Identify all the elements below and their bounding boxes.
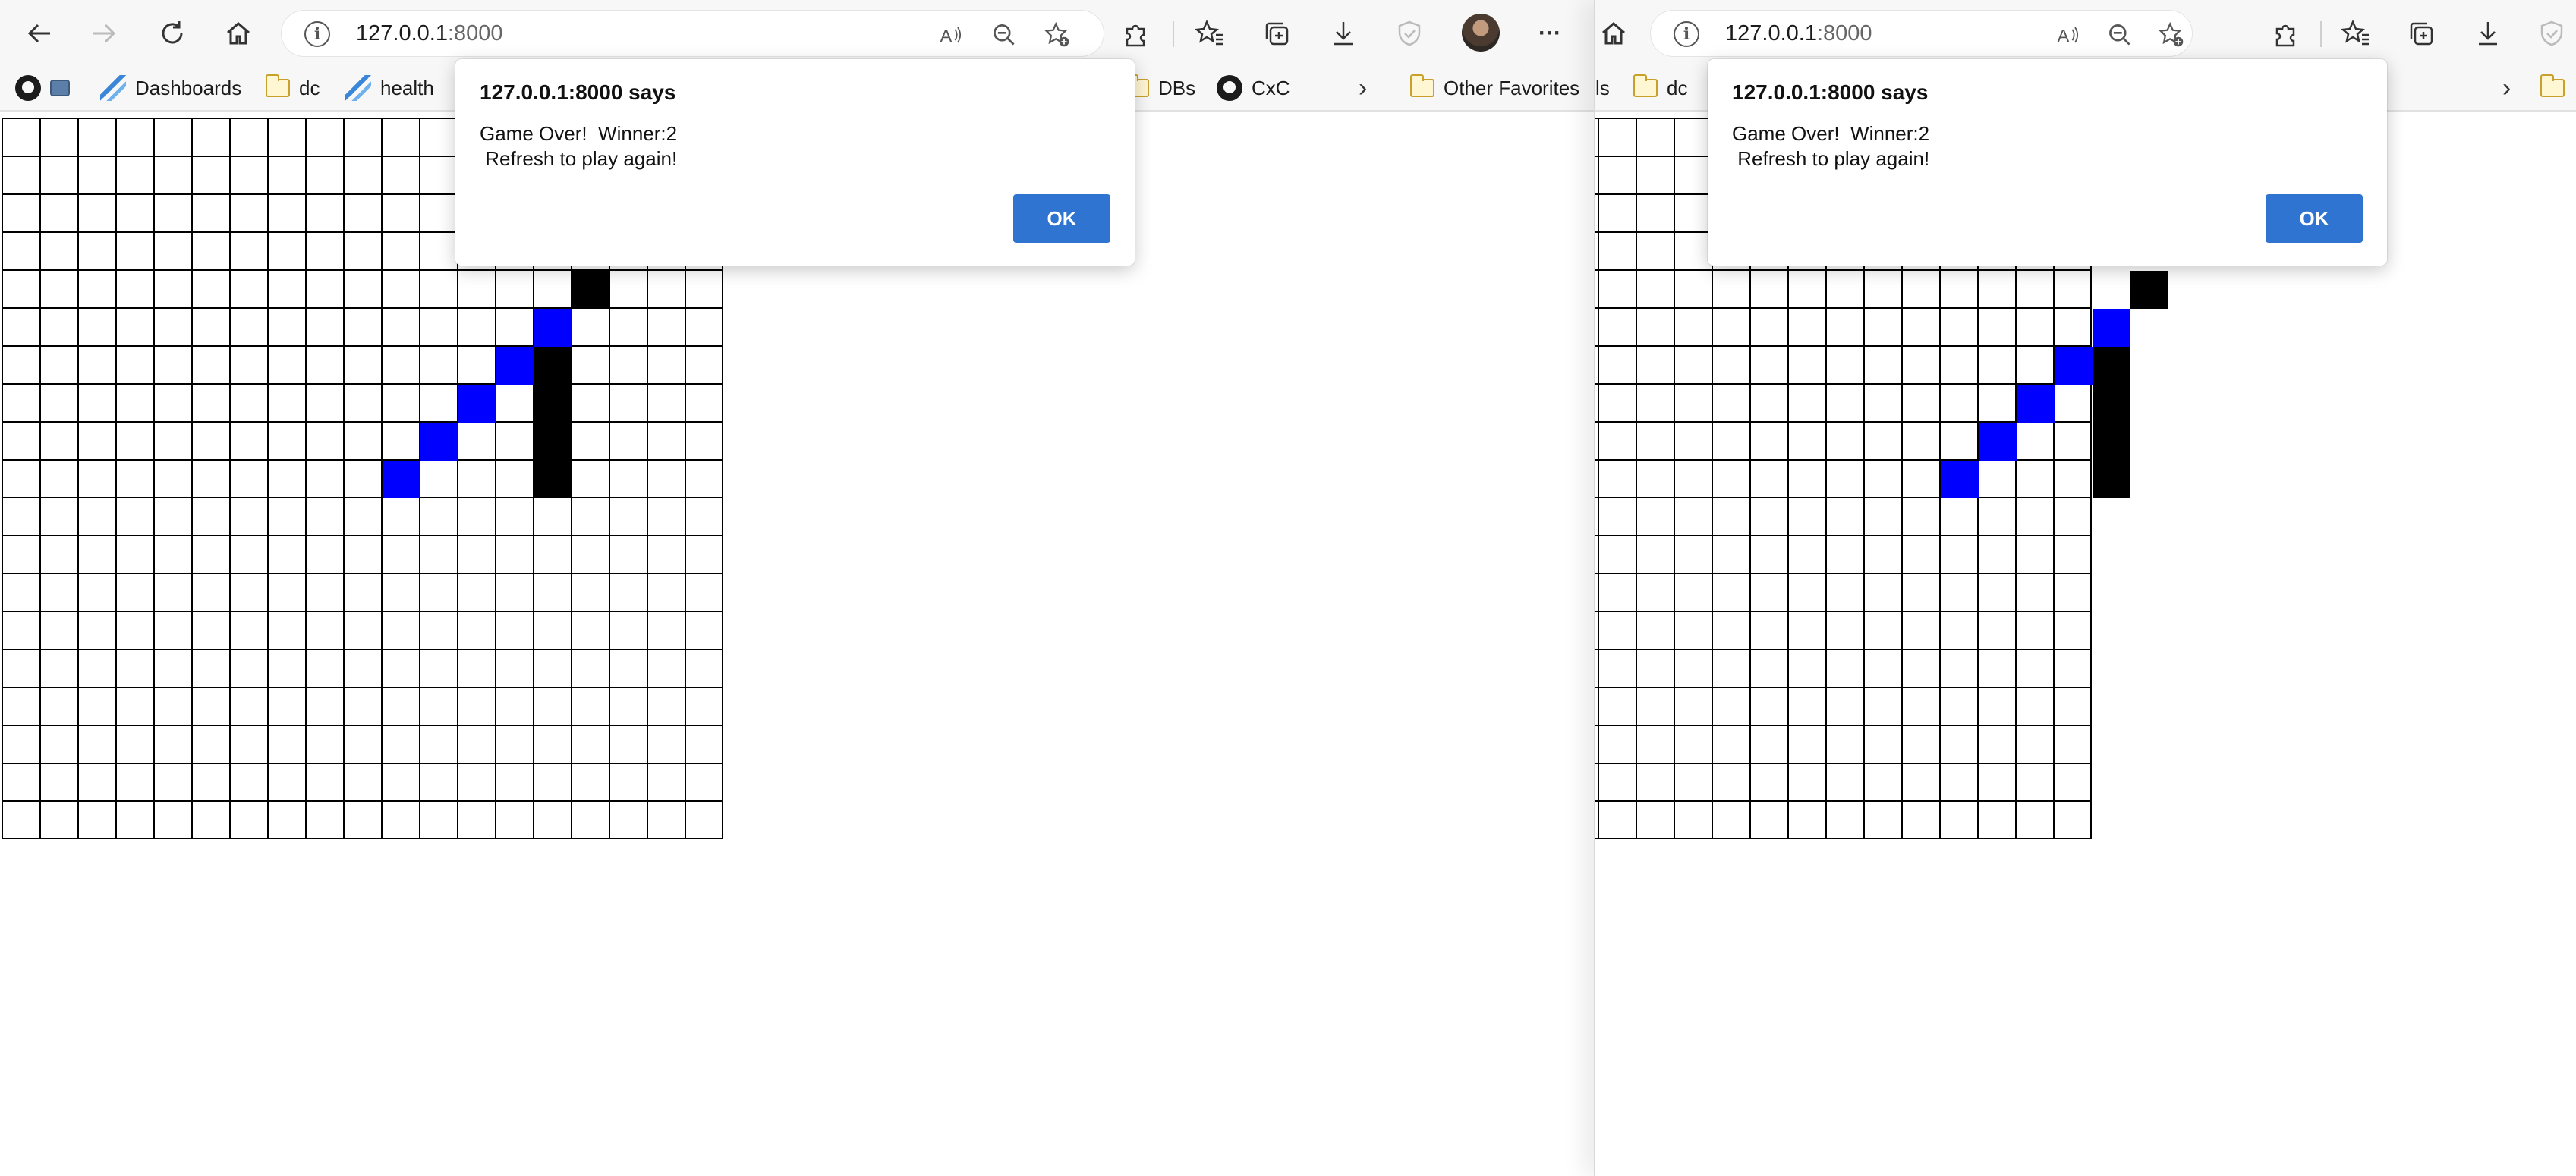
collections-icon[interactable] [2404,17,2438,50]
alert-dialog: 127.0.0.1:8000 says Game Over! Winner:2 … [455,59,1135,266]
home-icon[interactable] [222,17,255,50]
board-stone-player-1 [1941,461,1979,498]
folder-icon [1633,74,1658,97]
downloads-icon[interactable] [1327,17,1360,50]
board-stone-player-2 [2093,385,2130,423]
board-stone-player-2 [534,461,572,498]
github-icon [1217,75,1242,101]
board-stone-player-1 [496,347,534,385]
dialog-title: 127.0.0.1:8000 says [1732,80,1929,104]
browser-toolbar: i 127.0.0.1:8000 A [1595,0,2576,64]
dialog-message: Game Over! Winner:2 Refresh to play agai… [480,122,678,170]
add-favorite-icon[interactable] [1042,20,1072,50]
address-url[interactable]: 127.0.0.1:8000 [1725,21,1872,46]
board-stone-player-2 [534,423,572,461]
github-icon [15,75,41,101]
collections-icon[interactable] [1260,17,1293,50]
board-stone-player-2 [2093,347,2130,385]
svg-text:A: A [2058,26,2070,46]
health-icon [345,75,371,101]
favorites-icon[interactable] [2339,17,2373,50]
board-stone-player-1 [2017,385,2055,423]
refresh-icon[interactable] [156,17,189,50]
home-icon[interactable] [1597,17,1630,50]
add-favorite-icon[interactable] [2156,20,2187,50]
folder-icon [266,74,290,97]
alert-dialog: 127.0.0.1:8000 says Game Over! Winner:2 … [1708,59,2387,266]
dialog-title: 127.0.0.1:8000 says [480,80,676,104]
address-url[interactable]: 127.0.0.1:8000 [356,21,503,46]
bookmark-dashboards[interactable]: Dashboards [100,71,241,105]
bookmark-folder-dc[interactable]: dc [266,71,320,105]
board-stone-player-1 [534,309,572,347]
read-aloud-icon[interactable]: A [2053,20,2083,50]
board-stone-player-2 [534,385,572,423]
bookmark-health[interactable]: health [345,71,434,105]
browser-toolbar: i 127.0.0.1:8000 A [0,0,1594,64]
more-bookmarks-chevron-icon[interactable]: › [2502,71,2511,105]
ok-button[interactable]: OK [2266,194,2363,243]
site-info-icon[interactable]: i [304,21,330,47]
board-stone-player-1 [383,461,420,498]
address-bar[interactable]: i 127.0.0.1:8000 A [1650,10,2193,57]
browser-window-right: i 127.0.0.1:8000 A ls dc › 127.0.0.1:800… [1594,0,2576,1176]
bookmark-app-icon [50,80,70,96]
more-bookmarks-chevron-icon[interactable]: › [1359,71,1367,105]
bookmark-folder-dbs[interactable]: DBs [1125,71,1195,105]
board-stone-player-1 [2093,309,2130,347]
board-stone-player-1 [2055,347,2093,385]
board-stone-player-2 [2093,423,2130,461]
settings-menu-icon[interactable]: ··· [1533,17,1567,50]
downloads-icon[interactable] [2471,17,2505,50]
favorites-icon[interactable] [1193,17,1227,50]
bookmark-other-favorites[interactable]: Other Favorites [1410,71,1579,105]
dialog-message: Game Over! Winner:2 Refresh to play agai… [1732,122,1930,170]
browser-window-left: i 127.0.0.1:8000 A ··· Dashboards dc hea… [0,0,1594,1176]
board-stone-player-2 [534,347,572,385]
dashboards-icon [100,75,126,101]
ok-button[interactable]: OK [1013,194,1110,243]
bookmark-folder-dc[interactable]: dc [1633,71,1687,105]
forward-arrow-icon[interactable] [87,17,121,50]
bookmark-folder-other[interactable] [2540,71,2565,105]
back-arrow-icon[interactable] [23,17,56,50]
board-stone-player-2 [2093,461,2130,498]
profile-avatar[interactable] [1462,14,1500,52]
address-bar[interactable]: i 127.0.0.1:8000 A [281,10,1104,57]
zoom-out-icon[interactable] [989,20,1019,50]
bookmark-dashboards-partial[interactable]: ls [1595,71,1610,105]
toolbar-divider [1173,21,1174,47]
folder-icon [2540,74,2565,97]
extensions-puzzle-icon[interactable] [1120,17,1153,50]
read-aloud-icon[interactable]: A [936,20,966,50]
board-stone-player-1 [458,385,496,423]
browser-essentials-icon[interactable] [1393,17,1426,50]
browser-essentials-icon[interactable] [2535,17,2568,50]
zoom-out-icon[interactable] [2105,20,2135,50]
board-stone-player-1 [420,423,458,461]
board-stone-player-2 [572,271,610,309]
bookmark-github[interactable] [15,71,70,105]
bookmark-cxc[interactable]: CxC [1217,71,1290,105]
toolbar-divider [2320,21,2322,47]
svg-text:A: A [940,26,953,46]
board-stone-player-1 [1979,423,2017,461]
board-stone-player-2 [2130,271,2168,309]
folder-icon [1410,74,1434,97]
extensions-puzzle-icon[interactable] [2269,17,2303,50]
site-info-icon[interactable]: i [1674,21,1699,47]
